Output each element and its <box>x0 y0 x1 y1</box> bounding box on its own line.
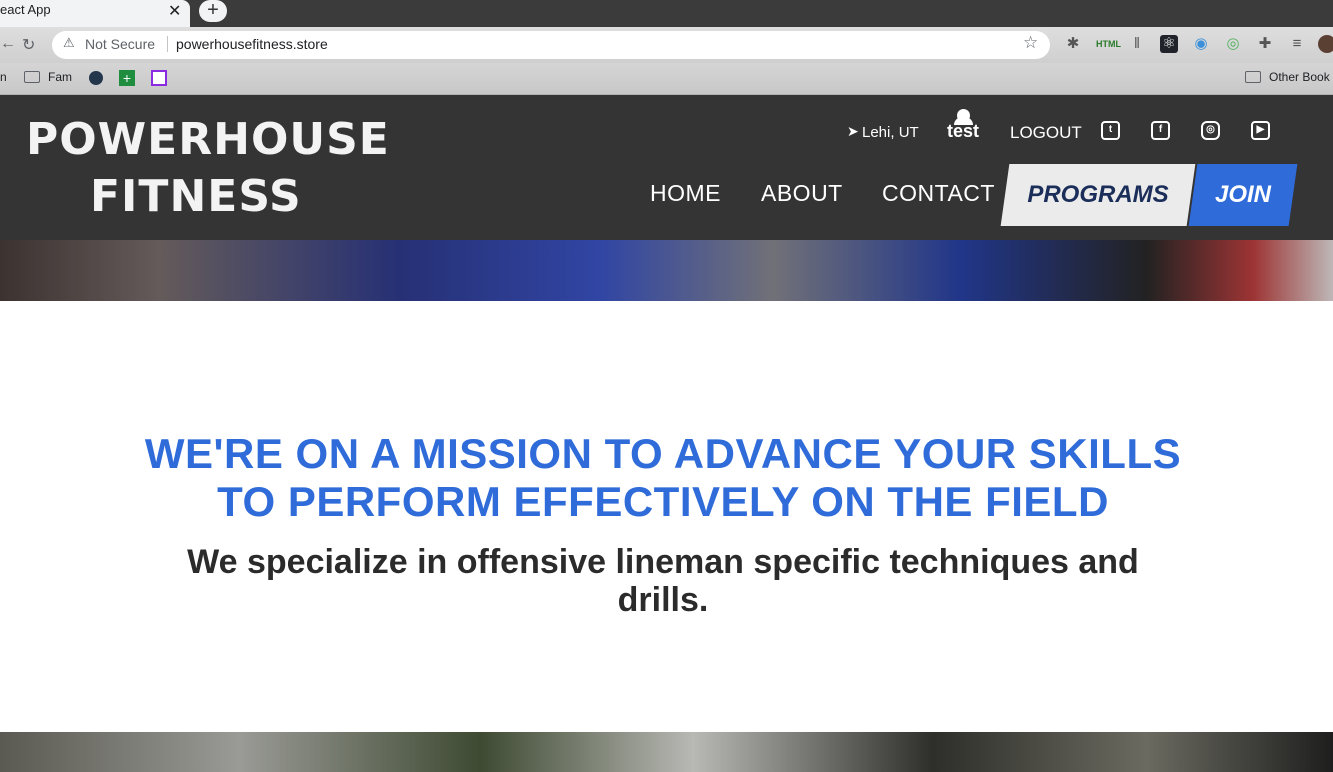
logo-line-1[interactable]: POWERHOUSE <box>26 114 390 165</box>
other-bookmarks-folder-icon <box>1245 71 1261 83</box>
mission-line-1: WE'RE ON A MISSION TO ADVANCE YOUR SKILL… <box>144 430 1182 477</box>
hero-overlay <box>0 240 1333 301</box>
profile-avatar[interactable] <box>1318 35 1333 53</box>
location-icon: ➤ <box>847 123 859 139</box>
mission-heading: WE'RE ON A MISSION TO ADVANCE YOUR SKILL… <box>100 430 1226 526</box>
bottom-image <box>0 732 1333 772</box>
queue-icon[interactable]: ≡ <box>1288 35 1306 53</box>
bars-icon[interactable]: ‖ <box>1128 35 1146 53</box>
logo-line-2[interactable]: FITNESS <box>90 171 302 222</box>
sub-line-1: We specialize in offensive lineman speci… <box>187 543 1139 581</box>
mission-subheading: We specialize in offensive lineman speci… <box>140 543 1186 619</box>
bookmark-star-icon[interactable]: ☆ <box>1023 33 1038 53</box>
instagram-icon[interactable]: ◎ <box>1201 121 1220 140</box>
react-icon[interactable]: ⚛ <box>1160 35 1178 53</box>
edge-icon[interactable]: ◉ <box>1192 35 1210 53</box>
twitter-icon[interactable]: t <box>1101 121 1120 140</box>
location-text[interactable]: Lehi, UT <box>862 124 919 141</box>
back-icon[interactable]: ← <box>0 35 16 53</box>
puzzle-icon[interactable]: ✚ <box>1256 35 1274 53</box>
tab-title: eact App <box>0 2 51 17</box>
join-button-label: JOIN <box>1214 181 1271 208</box>
warning-icon[interactable]: ⚠ <box>63 35 75 51</box>
user-name[interactable]: test <box>947 121 979 142</box>
reload-icon[interactable]: ↻ <box>22 35 35 55</box>
nav-contact[interactable]: CONTACT <box>882 180 995 207</box>
html-icon[interactable]: HTML <box>1096 35 1121 53</box>
url-separator <box>167 36 168 52</box>
browser-tab[interactable]: eact App ✕ <box>0 0 190 27</box>
bookmark-fam[interactable]: Fam <box>48 70 72 84</box>
join-button[interactable]: JOIN <box>1188 164 1298 226</box>
bookmark-app-icon[interactable] <box>151 70 167 86</box>
bug-icon[interactable]: ✱ <box>1064 35 1082 53</box>
security-label[interactable]: Not Secure <box>85 36 155 52</box>
folder-icon <box>24 71 40 83</box>
programs-button[interactable]: PROGRAMS <box>1000 164 1196 226</box>
other-bookmarks[interactable]: Other Book <box>1269 70 1330 84</box>
bookmark-plus-icon[interactable]: + <box>119 70 135 86</box>
hero-image <box>0 240 1333 301</box>
mission-line-2: TO PERFORM EFFECTIVELY ON THE FIELD <box>217 478 1109 525</box>
bookmark-partial[interactable]: n <box>0 70 7 84</box>
bookmark-circle-icon[interactable] <box>89 71 103 85</box>
bookmarks-bar <box>0 63 1333 95</box>
tab-close-icon[interactable]: ✕ <box>168 1 181 21</box>
nav-about[interactable]: ABOUT <box>761 180 843 207</box>
nav-home[interactable]: HOME <box>650 180 721 207</box>
sub-line-2: drills. <box>617 581 709 619</box>
url-text[interactable]: powerhousefitness.store <box>176 36 328 52</box>
new-tab-button[interactable]: + <box>199 0 227 22</box>
logout-link[interactable]: LOGOUT <box>1010 123 1082 143</box>
programs-button-label: PROGRAMS <box>1027 181 1169 208</box>
facebook-icon[interactable]: f <box>1151 121 1170 140</box>
youtube-icon[interactable]: ▶ <box>1251 121 1270 140</box>
circle-icon[interactable]: ◎ <box>1224 35 1242 53</box>
